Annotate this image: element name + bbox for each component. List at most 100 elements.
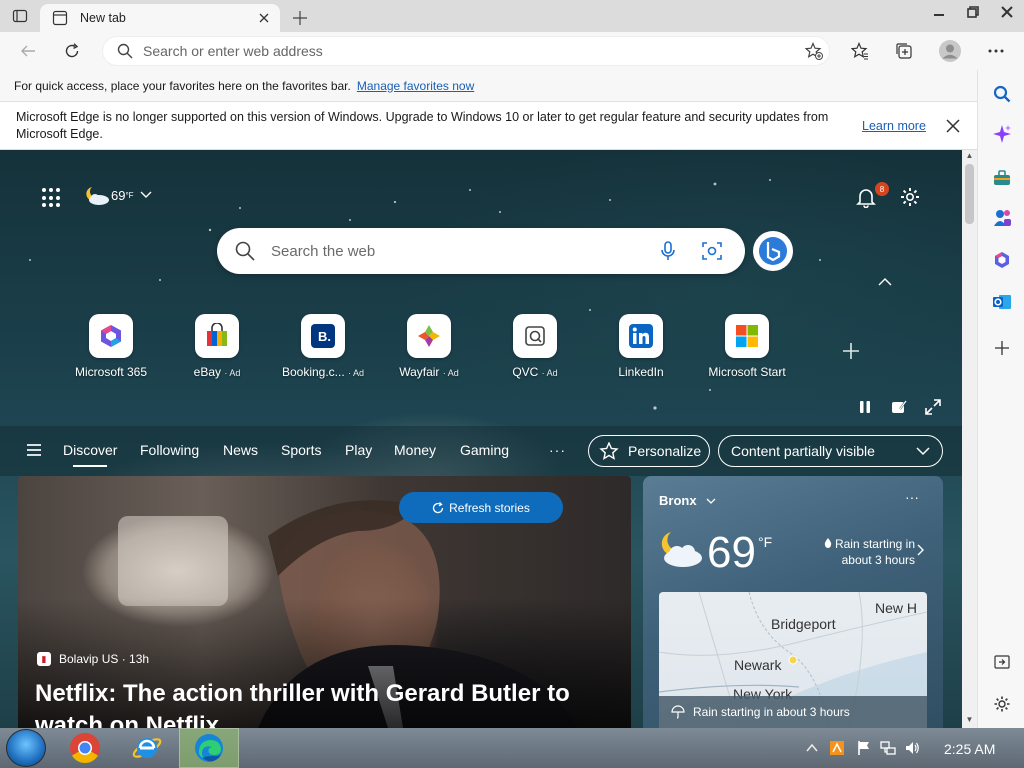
personalize-button[interactable]: Personalize (588, 435, 710, 467)
page-settings-icon[interactable] (899, 186, 921, 208)
notification-count-badge: 8 (875, 182, 889, 196)
pause-background-icon[interactable] (856, 398, 874, 416)
close-window-icon[interactable] (990, 0, 1024, 24)
favorites-icon[interactable] (844, 35, 876, 67)
sidebar-copilot-icon[interactable] (990, 122, 1014, 146)
back-icon[interactable] (12, 35, 44, 67)
new-tab-button[interactable] (284, 4, 316, 32)
close-infobar-icon[interactable] (944, 117, 962, 135)
toolbar: Search or enter web address (0, 32, 1024, 70)
windows-taskbar: 2:25 AM (0, 728, 1024, 768)
learn-more-link[interactable]: Learn more (862, 118, 926, 135)
content-visibility-label: Content partially visible (731, 443, 875, 459)
network-icon[interactable] (880, 740, 896, 756)
wayfair-logo-icon (407, 314, 451, 358)
apps-launcher-icon[interactable] (42, 188, 62, 208)
feed-tab-money[interactable]: Money (394, 442, 436, 458)
quick-link-ebay[interactable]: eBay · Ad (167, 314, 267, 379)
visual-search-icon[interactable] (701, 240, 723, 262)
bolavip-logo-icon: ▮ (37, 652, 51, 666)
add-favorite-icon[interactable] (799, 42, 829, 60)
sidebar-settings-icon[interactable] (990, 692, 1014, 716)
hide-sidebar-icon[interactable] (990, 650, 1014, 674)
quick-link-booking[interactable]: B. Booking.c... · Ad (273, 314, 373, 379)
quick-link-wayfair[interactable]: Wayfair · Ad (379, 314, 479, 379)
ebay-bag-icon (195, 314, 239, 358)
quick-link-qvc[interactable]: QVC · Ad (485, 314, 585, 379)
feed-tab-news[interactable]: News (223, 442, 258, 458)
page-scrollbar[interactable]: ▲ ▼ (962, 150, 977, 728)
taskbar-chrome[interactable] (56, 728, 114, 768)
sidebar-outlook-icon[interactable] (990, 290, 1014, 314)
taskbar-edge[interactable] (179, 728, 239, 768)
feed-tab-play[interactable]: Play (345, 442, 372, 458)
voice-search-icon[interactable] (657, 240, 679, 262)
volume-icon[interactable] (904, 740, 920, 756)
show-hidden-icons-icon[interactable] (804, 740, 820, 756)
add-quick-link-icon[interactable] (840, 340, 862, 362)
microsoft-logo-icon (725, 314, 769, 358)
weather-card[interactable]: Bronx ··· 69 °F Rain starting in about 3… (643, 476, 943, 728)
refresh-stories-label: Refresh stories (449, 500, 530, 515)
action-center-flag-icon[interactable] (856, 740, 872, 756)
bing-chat-icon[interactable] (753, 231, 793, 271)
collections-icon[interactable] (888, 35, 920, 67)
weather-location-dropdown[interactable]: Bronx (659, 493, 716, 508)
refresh-icon[interactable] (56, 35, 88, 67)
rain-forecast[interactable]: Rain starting in about 3 hours (815, 536, 915, 568)
weather-radar-map[interactable]: New H Bridgeport Newark New York Rain st… (659, 592, 927, 728)
sidebar-microsoft365-icon[interactable] (990, 248, 1014, 272)
quick-link-linkedin[interactable]: LinkedIn (591, 314, 691, 379)
taskbar-internet-explorer[interactable] (118, 728, 176, 768)
tab-new-tab[interactable]: New tab (40, 4, 280, 32)
taskbar-clock[interactable]: 2:25 AM (944, 741, 995, 757)
tab-actions-icon[interactable] (0, 0, 40, 32)
sidebar-add-icon[interactable] (990, 336, 1014, 360)
feed-tab-sports[interactable]: Sports (281, 442, 321, 458)
window-controls (922, 0, 1024, 24)
search-icon (117, 43, 133, 59)
chevron-right-icon[interactable] (917, 544, 925, 556)
microsoft365-logo-icon (89, 314, 133, 358)
hamburger-menu-icon[interactable] (27, 444, 41, 456)
weather-location: Bronx (659, 493, 697, 508)
scroll-up-icon[interactable]: ▲ (965, 152, 974, 160)
web-search-box[interactable]: Search the web (217, 228, 745, 274)
map-label: Bridgeport (771, 616, 836, 632)
umbrella-icon (671, 705, 685, 719)
feed-tab-following[interactable]: Following (140, 442, 199, 458)
quick-link-microsoft365[interactable]: Microsoft 365 (61, 314, 161, 379)
address-placeholder: Search or enter web address (143, 43, 323, 59)
notifications-bell-icon[interactable] (855, 186, 877, 208)
sidebar-search-icon[interactable] (990, 82, 1014, 106)
feed-tab-gaming[interactable]: Gaming (460, 442, 509, 458)
refresh-stories-button[interactable]: Refresh stories (399, 492, 563, 523)
content-visibility-dropdown[interactable]: Content partially visible (718, 435, 943, 467)
feed-more-tabs[interactable]: ··· (549, 442, 566, 458)
minimize-icon[interactable] (922, 0, 956, 24)
profile-avatar[interactable] (934, 35, 966, 67)
chrome-icon (70, 733, 100, 764)
booking-logo-icon: B. (301, 314, 345, 358)
manage-favorites-link[interactable]: Manage favorites now (357, 79, 474, 93)
expand-icon[interactable] (924, 398, 942, 416)
weather-card-more-icon[interactable]: ··· (905, 489, 919, 505)
sidebar-tools-icon[interactable] (990, 166, 1014, 190)
tile-label: Microsoft 365 (74, 365, 148, 379)
feed-tab-discover[interactable]: Discover (63, 442, 117, 467)
sidebar-games-icon[interactable] (990, 206, 1014, 230)
quick-link-microsoft-start[interactable]: Microsoft Start (697, 314, 797, 379)
scrollbar-thumb[interactable] (965, 164, 974, 224)
start-button[interactable] (6, 729, 46, 767)
tray-app-icon[interactable] (829, 740, 845, 756)
close-tab-icon[interactable] (256, 10, 272, 26)
scroll-down-icon[interactable]: ▼ (965, 716, 974, 724)
collapse-chevron-up-icon[interactable] (877, 276, 893, 288)
address-bar[interactable]: Search or enter web address (102, 36, 830, 66)
linkedin-logo-icon (619, 314, 663, 358)
customize-background-icon[interactable] (890, 398, 908, 416)
edge-sidebar (977, 70, 1024, 728)
restore-icon[interactable] (956, 0, 990, 24)
weather-widget-mini[interactable]: 69 °F (84, 184, 152, 206)
settings-more-icon[interactable] (980, 35, 1012, 67)
